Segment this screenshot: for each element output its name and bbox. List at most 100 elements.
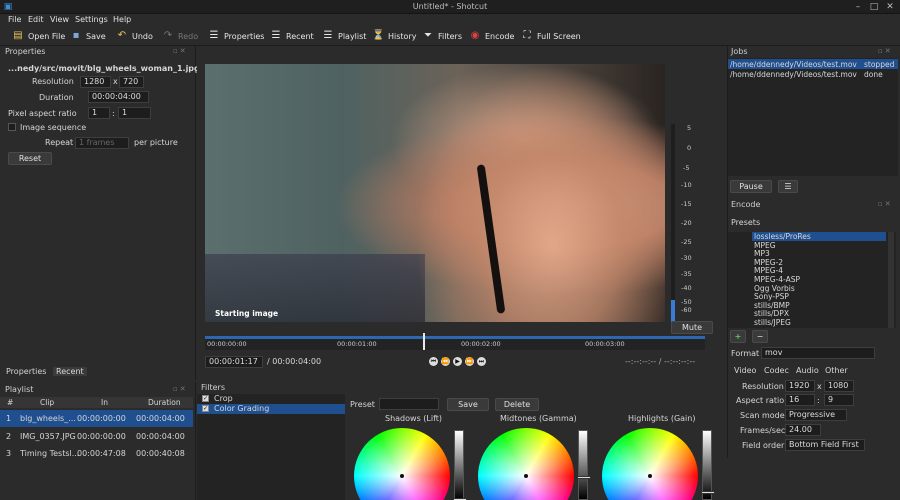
table-row[interactable]: 2 IMG_0357.JPG 00:00:00:00 00:00:04:00 [0, 428, 193, 445]
open-file-button[interactable]: ▤ Open File [12, 29, 65, 43]
remove-preset-button[interactable]: − [752, 330, 768, 343]
filter-color-grading-label[interactable]: Color Grading [214, 404, 269, 413]
fast-forward-icon[interactable]: ⏩ [465, 357, 474, 366]
color-grading-checkbox[interactable]: ✓ [202, 405, 209, 412]
preset-item[interactable]: stills/DPX [754, 309, 789, 318]
preset-select[interactable] [379, 398, 439, 410]
panel-controls-icon[interactable]: ▫✕ [173, 47, 188, 55]
format-select[interactable]: mov [761, 347, 875, 359]
table-row[interactable]: 1 blg_wheels_... 00:00:00:00 00:00:04:00 [0, 410, 193, 427]
tab-other[interactable]: Other [825, 366, 848, 375]
midtones-label: Midtones (Gamma) [500, 414, 577, 423]
save-button[interactable]: ▪ Save [70, 29, 106, 43]
add-preset-button[interactable]: + [730, 330, 746, 343]
aspect-b-input[interactable]: 9 [824, 394, 854, 406]
highlights-label: Highlights (Gain) [628, 414, 696, 423]
resolution-height-input[interactable]: 720 [119, 76, 144, 88]
resolution-label: Resolution [32, 77, 74, 86]
par-a-input[interactable]: 1 [88, 107, 110, 119]
job-row[interactable]: /home/ddennedy/Videos/test.mov done [728, 69, 898, 79]
highlights-slider[interactable] [701, 430, 715, 500]
midtones-color-wheel[interactable] [478, 428, 574, 500]
history-button[interactable]: ⏳ History [372, 29, 416, 43]
record-icon: ◉ [470, 30, 480, 41]
scan-mode-select[interactable]: Progressive [785, 409, 847, 421]
undo-button[interactable]: ↶ Undo [116, 29, 153, 43]
preset-item[interactable]: MPEG-4 [754, 266, 783, 275]
jobs-menu-button[interactable]: ☰ [778, 180, 798, 193]
panel-controls-icon[interactable]: ▫✕ [878, 200, 893, 208]
minimize-icon[interactable]: – [852, 1, 864, 13]
menu-bar: File Edit View Settings Help [0, 14, 900, 26]
image-sequence-checkbox[interactable] [8, 123, 16, 131]
maximize-icon[interactable]: □ [868, 1, 880, 13]
rewind-icon[interactable]: ⏪ [441, 357, 450, 366]
playlist-button[interactable]: ☰ Playlist [322, 29, 367, 43]
menu-view[interactable]: View [50, 15, 69, 24]
presets-label: Presets [731, 218, 761, 227]
job-row[interactable]: /home/ddennedy/Videos/test.mov stopped [728, 59, 898, 69]
preset-item[interactable]: MP3 [754, 249, 770, 258]
recent-button[interactable]: ☰ Recent [270, 29, 314, 43]
skip-next-icon[interactable]: ⏭ [477, 357, 486, 366]
meter-tick: -35 [681, 270, 692, 278]
slider-handle[interactable] [701, 491, 715, 494]
pause-button[interactable]: Pause [730, 180, 772, 193]
shadows-slider[interactable] [453, 430, 467, 500]
presets-scrollbar[interactable] [888, 232, 894, 328]
tab-properties[interactable]: Properties [6, 367, 46, 376]
duration-label: Duration [39, 93, 74, 102]
menu-help[interactable]: Help [113, 15, 131, 24]
slider-handle[interactable] [577, 476, 591, 479]
tab-video[interactable]: Video [734, 366, 756, 375]
skip-previous-icon[interactable]: ⏮ [429, 357, 438, 366]
resolution-width-input[interactable]: 1280 [80, 76, 111, 88]
preset-item[interactable]: lossless/ProRes [754, 232, 811, 241]
duration-input[interactable]: 00:00:04:00 [88, 91, 149, 103]
panel-controls-icon[interactable]: ▫✕ [878, 47, 893, 55]
timeline-ruler[interactable]: 00:00:00:00 00:00:01:00 00:00:02:00 00:0… [205, 333, 705, 350]
aspect-ratio-label: Aspect ratio [736, 396, 785, 405]
panel-controls-icon[interactable]: ▫✕ [173, 385, 188, 393]
save-preset-button[interactable]: Save [447, 398, 489, 411]
filter-crop-label[interactable]: Crop [214, 394, 233, 403]
current-time-input[interactable]: 00:00:01:17 [205, 356, 263, 368]
playhead[interactable] [423, 333, 425, 350]
fps-input[interactable]: 24.00 [785, 424, 821, 436]
preset-item[interactable]: MPEG-4-ASP [754, 275, 800, 284]
meter-tick: 5 [687, 124, 692, 132]
playlist-title: Playlist [5, 385, 34, 394]
shadows-color-wheel[interactable] [354, 428, 450, 500]
fullscreen-button[interactable]: ⛶ Full Screen [521, 29, 581, 43]
close-icon[interactable]: ✕ [884, 1, 896, 13]
meter-tick: -25 [681, 238, 692, 246]
preset-item[interactable]: Sony-PSP [754, 292, 789, 301]
ruler-label: 00:00:01:00 [337, 340, 377, 348]
preset-item[interactable]: stills/JPEG [754, 318, 791, 327]
redo-button[interactable]: ↷ Redo [162, 29, 198, 43]
encode-res-height[interactable]: 1080 [824, 380, 854, 392]
encode-res-width[interactable]: 1920 [785, 380, 815, 392]
filters-button[interactable]: ⏷ Filters [422, 29, 462, 43]
table-row[interactable]: 3 Timing Testsl... 00:00:47:08 00:00:40:… [0, 445, 193, 462]
crop-checkbox[interactable]: ✓ [202, 395, 209, 402]
wheel-marker [400, 474, 404, 478]
aspect-a-input[interactable]: 16 [785, 394, 815, 406]
tab-codec[interactable]: Codec [764, 366, 789, 375]
play-icon[interactable]: ▶ [453, 357, 462, 366]
menu-edit[interactable]: Edit [28, 15, 44, 24]
menu-file[interactable]: File [8, 15, 21, 24]
par-b-input[interactable]: 1 [118, 107, 151, 119]
tab-audio[interactable]: Audio [796, 366, 819, 375]
properties-button[interactable]: ☰ Properties [208, 29, 265, 43]
encode-button[interactable]: ◉ Encode [469, 29, 515, 43]
delete-preset-button[interactable]: Delete [495, 398, 539, 411]
reset-button[interactable]: Reset [8, 152, 52, 165]
field-order-select[interactable]: Bottom Field First [785, 439, 865, 451]
mute-button[interactable]: Mute [671, 321, 713, 334]
menu-settings[interactable]: Settings [75, 15, 108, 24]
tab-recent[interactable]: Recent [53, 367, 87, 376]
midtones-slider[interactable] [577, 430, 591, 500]
highlights-color-wheel[interactable] [602, 428, 698, 500]
repeat-input[interactable]: 1 frames [75, 137, 129, 149]
